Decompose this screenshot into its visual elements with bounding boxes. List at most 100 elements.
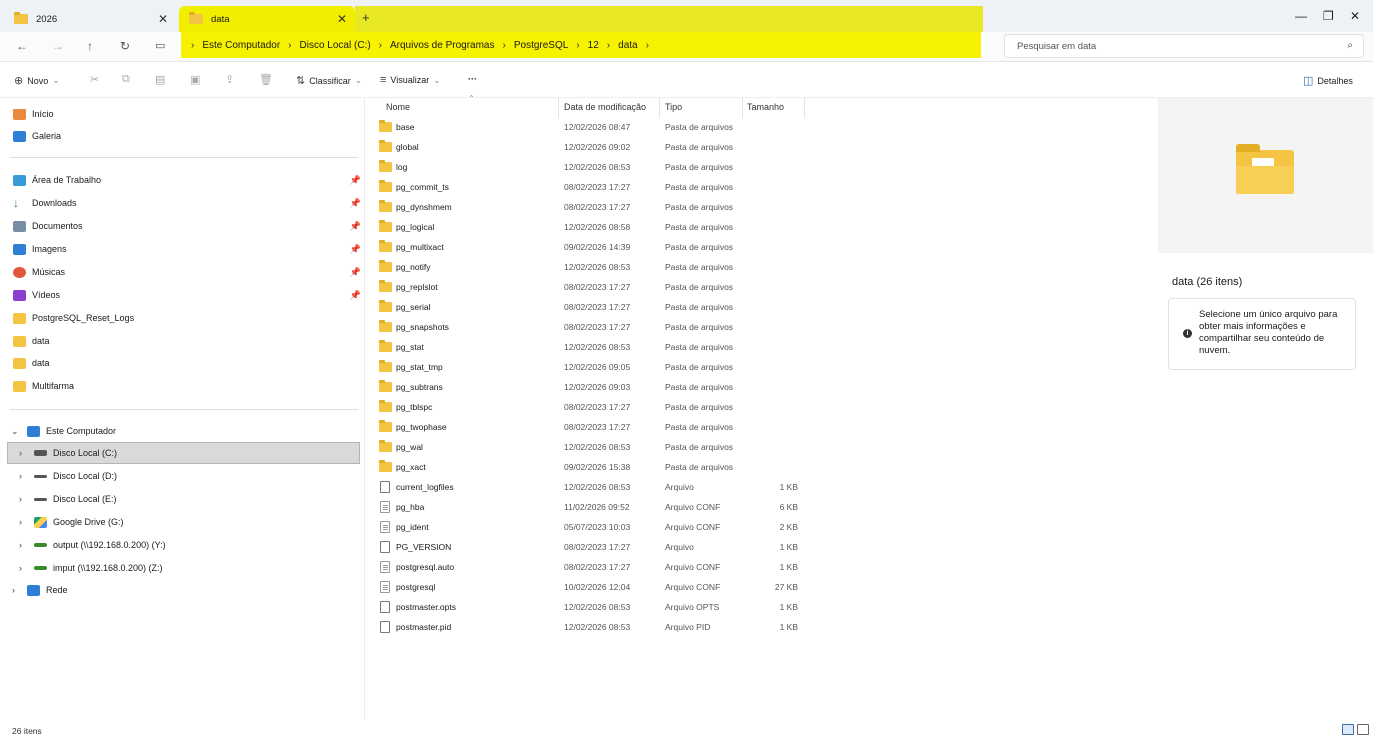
table-row[interactable]: postmaster.pid 12/02/2026 08:53 Arquivo PI…: [366, 618, 1156, 638]
sidebar-item-multifarma[interactable]: Multifarma: [13, 376, 74, 396]
monitor-icon[interactable]: ▭: [155, 39, 165, 52]
details-view-icon[interactable]: [1342, 724, 1354, 735]
maximize-icon[interactable]: ❐: [1323, 9, 1334, 23]
table-row[interactable]: pg_stat 12/02/2026 08:53 Pasta de arquivos: [366, 338, 1156, 358]
table-row[interactable]: log 12/02/2026 08:53 Pasta de arquivos: [366, 158, 1156, 178]
chevron-down-icon[interactable]: ⌄: [11, 426, 19, 437]
table-row[interactable]: pg_hba 11/02/2026 09:52 Arquivo CONF 6 KB: [366, 498, 1156, 518]
column-divider[interactable]: [742, 98, 743, 118]
sidebar-item-downloads[interactable]: ↓ Downloads 📌: [13, 193, 361, 213]
sidebar-item-gallery[interactable]: Galeria: [13, 126, 61, 146]
sidebar-item-imput-z[interactable]: › imput (\\192.168.0.200) (Z:): [19, 558, 163, 578]
share-icon[interactable]: ⇪: [225, 73, 234, 86]
sidebar-item-output-y[interactable]: › output (\\192.168.0.200) (Y:): [19, 535, 166, 555]
table-row[interactable]: postgresql 10/02/2026 12:04 Arquivo CONF 27…: [366, 578, 1156, 598]
sidebar-item-rede[interactable]: › Rede: [12, 580, 68, 600]
column-divider[interactable]: [804, 98, 805, 118]
table-row[interactable]: pg_tblspc 08/02/2023 17:27 Pasta de arquiv…: [366, 398, 1156, 418]
table-row[interactable]: pg_serial 08/02/2023 17:27 Pasta de arquiv…: [366, 298, 1156, 318]
chevron-right-icon[interactable]: ›: [19, 517, 22, 527]
table-row[interactable]: pg_subtrans 12/02/2026 09:03 Pasta de arqu…: [366, 378, 1156, 398]
pin-icon[interactable]: 📌: [350, 267, 361, 278]
column-divider[interactable]: [659, 98, 660, 118]
sidebar-item-videos[interactable]: Vídeos 📌: [13, 285, 361, 305]
column-type[interactable]: Tipo: [665, 102, 682, 112]
new-tab-icon[interactable]: +: [362, 10, 370, 25]
pin-icon[interactable]: 📌: [350, 221, 361, 232]
table-row[interactable]: pg_wal 12/02/2026 08:53 Pasta de arquivos: [366, 438, 1156, 458]
sidebar-item-home[interactable]: Início: [13, 104, 54, 124]
column-name[interactable]: Nome: [386, 102, 410, 112]
sidebar-item-data-2[interactable]: data: [13, 353, 50, 373]
tab-2026[interactable]: 2026 ✕: [4, 6, 176, 32]
table-row[interactable]: pg_ident 05/07/2023 10:03 Arquivo CONF 2 KB: [366, 518, 1156, 538]
chevron-right-icon[interactable]: ›: [19, 471, 22, 481]
copy-icon[interactable]: ⧉: [122, 73, 130, 86]
chevron-right-icon[interactable]: ›: [576, 40, 579, 51]
sort-button[interactable]: ⇅ Classificar ⌄: [296, 74, 362, 87]
sidebar-item-postgresql-reset-logs[interactable]: PostgreSQL_Reset_Logs: [13, 308, 134, 328]
chevron-right-icon[interactable]: ›: [19, 563, 22, 573]
table-row[interactable]: postgresql.auto 08/02/2023 17:27 Arquivo C…: [366, 558, 1156, 578]
back-arrow-icon[interactable]: ←: [16, 39, 28, 53]
crumb-disco-local-c[interactable]: Disco Local (C:): [300, 40, 371, 51]
more-button[interactable]: ···: [468, 74, 477, 84]
table-row[interactable]: pg_dynshmem 08/02/2023 17:27 Pasta de arqu…: [366, 198, 1156, 218]
minimize-icon[interactable]: —: [1295, 9, 1307, 23]
table-row[interactable]: base 12/02/2026 08:47 Pasta de arquivos: [366, 118, 1156, 138]
chevron-right-icon[interactable]: ›: [503, 40, 506, 51]
crumb-arquivos-de-programas[interactable]: Arquivos de Programas: [390, 40, 495, 51]
up-arrow-icon[interactable]: ↑: [87, 39, 93, 53]
column-divider[interactable]: [558, 98, 559, 118]
chevron-right-icon[interactable]: ›: [19, 540, 22, 550]
crumb-data[interactable]: data: [618, 40, 637, 51]
crumb-postgresql[interactable]: PostgreSQL: [514, 40, 568, 51]
table-row[interactable]: pg_notify 12/02/2026 08:53 Pasta de arquiv…: [366, 258, 1156, 278]
search-icon[interactable]: ⌕: [1347, 40, 1353, 51]
details-button[interactable]: ◫ Detalhes: [1303, 74, 1353, 87]
table-row[interactable]: pg_logical 12/02/2026 08:58 Pasta de arqui…: [366, 218, 1156, 238]
crumb-12[interactable]: 12: [588, 40, 599, 51]
breadcrumb[interactable]: › Este Computador › Disco Local (C:) › A…: [181, 32, 981, 58]
pin-icon[interactable]: 📌: [350, 198, 361, 209]
crumb-este-computador[interactable]: Este Computador: [202, 40, 280, 51]
paste-icon[interactable]: ▤: [155, 73, 165, 86]
tiles-view-icon[interactable]: [1357, 724, 1369, 735]
column-size[interactable]: Tamanho: [747, 102, 784, 112]
sidebar-item-disco-c[interactable]: › Disco Local (C:): [19, 443, 117, 463]
sidebar-item-google-drive[interactable]: › Google Drive (G:): [19, 512, 124, 532]
sidebar-item-images[interactable]: Imagens 📌: [13, 239, 361, 259]
cut-icon[interactable]: ✂: [90, 73, 99, 86]
close-tab-icon[interactable]: ✕: [158, 12, 168, 26]
table-row[interactable]: current_logfiles 12/02/2026 08:53 Arquivo 1…: [366, 478, 1156, 498]
table-row[interactable]: pg_commit_ts 08/02/2023 17:27 Pasta de arq…: [366, 178, 1156, 198]
close-tab-icon[interactable]: ✕: [337, 12, 347, 26]
table-row[interactable]: pg_replslot 08/02/2023 17:27 Pasta de arqu…: [366, 278, 1156, 298]
chevron-right-icon[interactable]: ›: [12, 585, 15, 595]
view-button[interactable]: ≡ Visualizar ⌄: [380, 74, 441, 86]
table-row[interactable]: postmaster.opts 12/02/2026 08:53 Arquivo O…: [366, 598, 1156, 618]
table-row[interactable]: pg_xact 09/02/2026 15:38 Pasta de arquivos: [366, 458, 1156, 478]
refresh-icon[interactable]: ↻: [120, 39, 130, 53]
close-window-icon[interactable]: ✕: [1350, 9, 1360, 23]
new-button[interactable]: ⊕ Novo ⌄: [14, 74, 60, 87]
search-input[interactable]: Pesquisar em data ⌕: [1004, 34, 1364, 58]
column-date[interactable]: Data de modificação: [564, 102, 646, 112]
table-row[interactable]: pg_multixact 09/02/2026 14:39 Pasta de arq…: [366, 238, 1156, 258]
table-row[interactable]: PG_VERSION 08/02/2023 17:27 Arquivo 1 KB: [366, 538, 1156, 558]
sidebar-item-documents[interactable]: Documentos 📌: [13, 216, 361, 236]
delete-icon[interactable]: 🗑: [259, 73, 273, 86]
pin-icon[interactable]: 📌: [350, 244, 361, 255]
sidebar-item-este-computador[interactable]: ⌄ Este Computador: [11, 421, 116, 441]
chevron-right-icon[interactable]: ›: [607, 40, 610, 51]
sidebar-item-disco-e[interactable]: › Disco Local (E:): [19, 489, 117, 509]
table-row[interactable]: global 12/02/2026 09:02 Pasta de arquivos: [366, 138, 1156, 158]
table-row[interactable]: pg_stat_tmp 12/02/2026 09:05 Pasta de arqu…: [366, 358, 1156, 378]
sidebar-item-data[interactable]: data: [13, 331, 50, 351]
pin-icon[interactable]: 📌: [350, 290, 361, 301]
rename-icon[interactable]: ▣: [190, 73, 200, 86]
chevron-right-icon[interactable]: ›: [646, 40, 649, 51]
tab-data[interactable]: data ✕: [179, 6, 355, 32]
sidebar-item-disco-d[interactable]: › Disco Local (D:): [19, 466, 117, 486]
sidebar-item-music[interactable]: Músicas 📌: [13, 262, 361, 282]
